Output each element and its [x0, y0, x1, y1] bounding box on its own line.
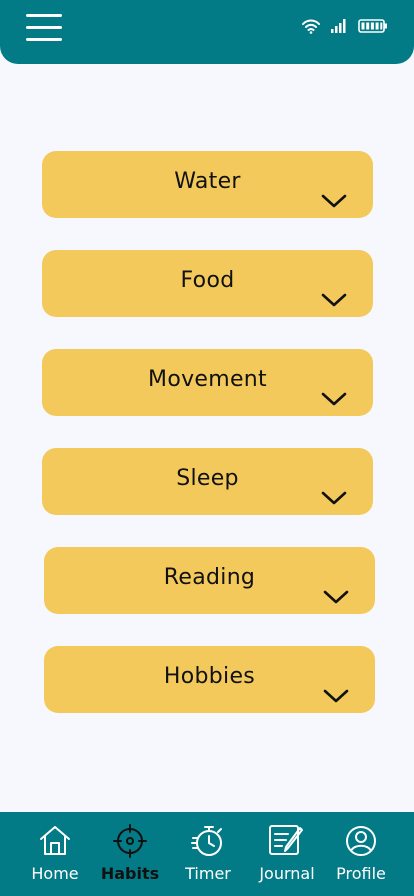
habit-card-sleep[interactable]: Sleep: [42, 448, 373, 515]
target-icon: [113, 824, 147, 858]
habit-card-reading[interactable]: Reading: [44, 547, 375, 614]
nav-item-habits[interactable]: Habits: [90, 812, 170, 896]
chevron-down-icon[interactable]: [321, 490, 347, 506]
chevron-down-icon[interactable]: [321, 292, 347, 308]
cellular-signal-icon: [331, 19, 346, 33]
hamburger-menu-icon[interactable]: [26, 14, 62, 42]
status-bar: [302, 16, 388, 36]
habit-label: Sleep: [176, 466, 239, 491]
chevron-down-icon[interactable]: [323, 589, 349, 605]
nav-label-profile: Profile: [336, 864, 386, 883]
wifi-icon: [302, 19, 320, 34]
profile-icon: [346, 826, 376, 856]
stopwatch-icon: [191, 826, 222, 856]
habit-label: Reading: [163, 565, 256, 590]
habit-card-hobbies[interactable]: Hobbies: [44, 646, 375, 713]
nav-label-timer: Timer: [185, 864, 231, 883]
nav-item-journal[interactable]: Journal: [245, 812, 329, 896]
journal-icon: [269, 825, 303, 855]
bottom-navigation: Home Habits Timer Journal Profile: [0, 812, 414, 896]
nav-label-habits: Habits: [100, 864, 160, 883]
habit-label: Hobbies: [163, 664, 256, 689]
habit-card-water[interactable]: Water: [42, 151, 373, 218]
nav-item-home[interactable]: Home: [15, 812, 95, 896]
habit-card-movement[interactable]: Movement: [42, 349, 373, 416]
nav-label-home: Home: [31, 864, 79, 883]
habit-label: Movement: [148, 367, 267, 392]
battery-icon: [358, 19, 387, 33]
nav-label-journal: Journal: [259, 864, 315, 883]
top-app-bar: [0, 0, 414, 64]
chevron-down-icon[interactable]: [321, 391, 347, 407]
habit-label: Water: [174, 169, 241, 194]
home-icon: [40, 826, 70, 855]
habit-card-food[interactable]: Food: [42, 250, 373, 317]
nav-item-timer[interactable]: Timer: [168, 812, 248, 896]
habit-label: Food: [180, 268, 235, 293]
chevron-down-icon[interactable]: [323, 688, 349, 704]
chevron-down-icon[interactable]: [321, 193, 347, 209]
nav-item-profile[interactable]: Profile: [322, 812, 400, 896]
